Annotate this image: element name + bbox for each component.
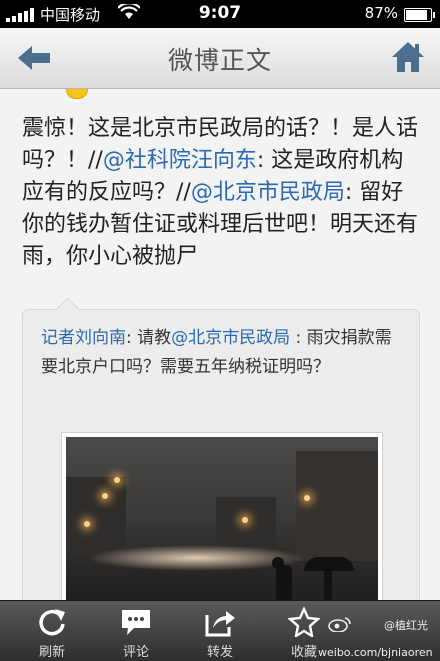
status-bar: 中国移动 9:07 87%	[0, 0, 440, 28]
home-icon[interactable]	[390, 40, 426, 74]
comment-button[interactable]: 评论	[96, 601, 176, 661]
emoji-icon	[66, 89, 88, 99]
mention-link[interactable]: @社科院汪向东	[103, 148, 257, 173]
flood-night-photo	[66, 437, 378, 600]
battery-icon	[404, 8, 435, 22]
repost-text: 记者刘向南: 请教@北京市民政局 : 雨灾捐款需要北京户口吗？需要五年纳税证明吗…	[41, 324, 403, 382]
forward-button[interactable]: 转发	[180, 601, 260, 661]
mention-link[interactable]: @北京市民政局	[191, 180, 345, 205]
forward-label: 转发	[206, 645, 233, 660]
page-title: 微博正文	[167, 46, 272, 75]
navigation-bar: 微博正文	[0, 28, 440, 89]
star-icon	[287, 606, 321, 639]
comment-icon	[120, 607, 152, 637]
watermark-user: @植红光	[384, 619, 428, 632]
repost-photo[interactable]	[61, 432, 383, 600]
refresh-label: 刷新	[38, 645, 65, 660]
repost-author-link[interactable]: 记者刘向南	[41, 328, 126, 348]
refresh-button[interactable]: 刷新	[12, 601, 92, 661]
share-forward-icon	[204, 607, 236, 637]
comment-label: 评论	[122, 645, 149, 660]
post-text: 震惊！这是北京市民政局的话？！是人话吗？！//@社科院汪向东: 这是政府机构应有…	[22, 113, 424, 273]
repost-card[interactable]: 记者刘向南: 请教@北京市民政局 : 雨灾捐款需要北京户口吗？需要五年纳税证明吗…	[22, 297, 420, 600]
battery-percent: 87%	[364, 4, 398, 22]
watermark-url: weibo.com/bjniaoren	[318, 646, 433, 659]
post-detail: 震惊！这是北京市民政局的话？！是人话吗？！//@社科院汪向东: 这是政府机构应有…	[0, 89, 440, 600]
repost-text-segment: : 请教	[126, 328, 172, 348]
mention-link[interactable]: @北京市民政局	[171, 328, 290, 348]
repost-caret	[55, 297, 80, 322]
weibo-logo-icon	[328, 616, 352, 633]
refresh-icon	[36, 607, 68, 637]
